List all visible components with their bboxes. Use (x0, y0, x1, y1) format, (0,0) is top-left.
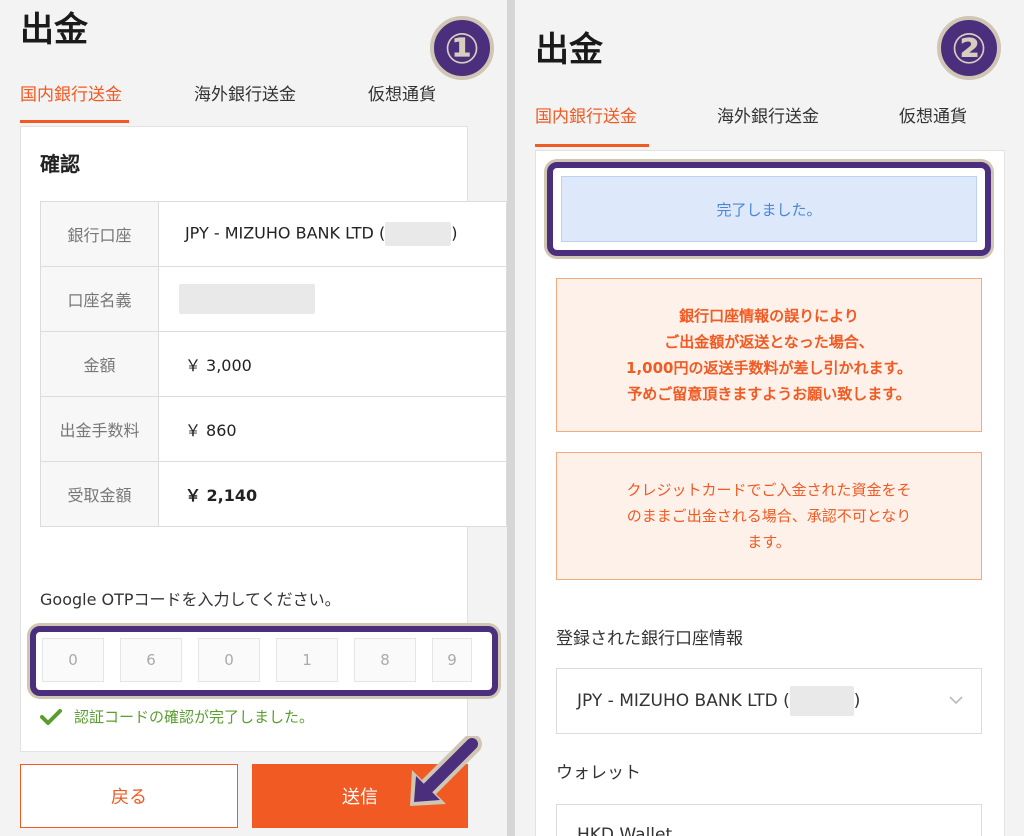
tab-crypto[interactable]: 仮想通貨 (368, 80, 436, 105)
otp-digit-input[interactable]: 8 (354, 638, 416, 682)
row-value: JPY - MIZUHO BANK LTD () (157, 201, 507, 267)
otp-digit-input[interactable]: 0 (42, 638, 104, 682)
otp-input-group: 0 6 0 1 8 9 (42, 638, 472, 682)
card-title: 確認 (40, 152, 80, 176)
row-label: 出金手数料 (40, 396, 159, 462)
otp-label: Google OTPコードを入力してください。 (40, 590, 341, 609)
row-label: 口座名義 (40, 266, 159, 332)
confirm-panel: 出金 ① 国内銀行送金 海外銀行送金 仮想通貨 確認 銀行口座 JPY - MI… (0, 0, 507, 836)
redacted-area (789, 686, 854, 716)
active-tab-indicator (535, 144, 649, 147)
notice-line: 予めご留意頂きますようお願い致します。 (627, 385, 911, 403)
done-alert: 完了しました。 (561, 176, 977, 242)
otp-digit-input[interactable]: 1 (276, 638, 338, 682)
bank-select-value: JPY - MIZUHO BANK LTD ( (577, 691, 790, 711)
table-row: 口座名義 (40, 266, 507, 332)
notice-line: 銀行口座情報の誤りにより (679, 307, 859, 325)
credit-card-notice: クレジットカードでご入金された資金をそ のままご出金される場合、承認不可となり … (556, 452, 982, 580)
back-button[interactable]: 戻る (20, 764, 238, 828)
notice-line: のままご出金される場合、承認不可となり (626, 507, 912, 525)
wallet-select-value: HKD Wallet (577, 825, 673, 836)
bank-select-suffix: ) (853, 691, 861, 711)
notice-line: ご出金額が返送となった場合、 (664, 333, 874, 351)
wallet-label: ウォレット (556, 763, 641, 783)
pointer-arrow-icon (410, 736, 482, 806)
step-badge: ① (430, 16, 494, 80)
otp-digit-input[interactable]: 6 (120, 638, 182, 682)
tab-crypto[interactable]: 仮想通貨 (899, 102, 967, 127)
verify-text: 認証コードの確認が完了しました。 (74, 708, 315, 726)
panel-divider (507, 0, 515, 836)
bank-account-suffix: ) (451, 223, 458, 243)
amount-value: ￥ 3,000 (157, 331, 507, 397)
row-label: 受取金額 (40, 461, 159, 527)
bank-account-value: JPY - MIZUHO BANK LTD ( (184, 223, 386, 243)
result-panel: 出金 ② 国内銀行送金 海外銀行送金 仮想通貨 完了しました。 銀行口座情報の誤… (515, 0, 1024, 836)
bank-account-select[interactable]: JPY - MIZUHO BANK LTD () (556, 668, 982, 734)
check-icon (40, 708, 62, 725)
notice-line: ます。 (747, 533, 791, 551)
wallet-select[interactable]: HKD Wallet (556, 804, 982, 836)
confirm-table: 銀行口座 JPY - MIZUHO BANK LTD () 口座名義 金額 ￥ … (40, 201, 507, 527)
page-title: 出金 (535, 30, 603, 70)
row-value (157, 266, 507, 332)
tab-domestic-transfer[interactable]: 国内銀行送金 (20, 80, 122, 105)
table-row: 受取金額 ￥ 2,140 (40, 461, 507, 527)
redacted-account-name (178, 284, 315, 314)
table-row: 出金手数料 ￥ 860 (40, 396, 507, 462)
step-badge: ② (937, 16, 1001, 80)
notice-line: クレジットカードでご入金された資金をそ (626, 481, 912, 499)
table-row: 銀行口座 JPY - MIZUHO BANK LTD () (40, 201, 507, 267)
tab-domestic-transfer[interactable]: 国内銀行送金 (535, 102, 637, 127)
screenshot-stage: 出金 ① 国内銀行送金 海外銀行送金 仮想通貨 確認 銀行口座 JPY - MI… (0, 0, 1024, 836)
notice-line: 1,000円の返送手数料が差し引かれます。 (626, 359, 912, 377)
received-amount-value: ￥ 2,140 (157, 461, 507, 527)
otp-digit-input[interactable]: 9 (432, 638, 472, 682)
tab-overseas-transfer[interactable]: 海外銀行送金 (717, 102, 819, 127)
tab-overseas-transfer[interactable]: 海外銀行送金 (194, 80, 296, 105)
redacted-area (385, 222, 452, 246)
page-title: 出金 (20, 10, 88, 50)
row-label: 金額 (40, 331, 159, 397)
bank-section-label: 登録された銀行口座情報 (556, 629, 743, 649)
chevron-down-icon (949, 696, 963, 705)
row-label: 銀行口座 (40, 201, 159, 267)
active-tab-indicator (20, 120, 129, 123)
verify-success-message: 認証コードの確認が完了しました。 (40, 706, 314, 727)
table-row: 金額 ￥ 3,000 (40, 331, 507, 397)
fee-value: ￥ 860 (157, 396, 507, 462)
return-fee-notice: 銀行口座情報の誤りにより ご出金額が返送となった場合、 1,000円の返送手数料… (556, 278, 982, 432)
otp-digit-input[interactable]: 0 (198, 638, 260, 682)
